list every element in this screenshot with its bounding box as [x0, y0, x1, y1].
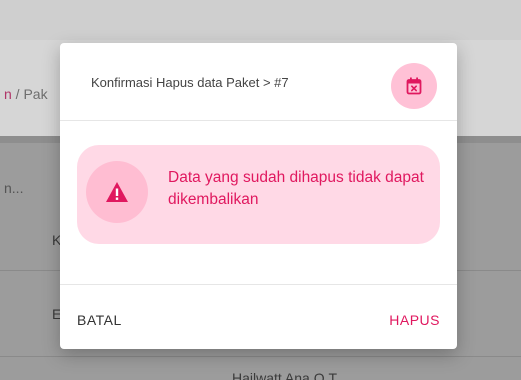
dialog-footer-divider [60, 284, 457, 285]
delete-confirm-dialog: Konfirmasi Hapus data Paket > #7 Data ya… [60, 43, 457, 349]
breadcrumb-separator: / [11, 86, 24, 102]
background-search-text: n... [4, 180, 24, 196]
warning-triangle-icon [86, 161, 148, 223]
warning-alert: Data yang sudah dihapus tidak dapat dike… [77, 145, 440, 244]
screen: n / Pak n... K E Hailwatt Ana O.T. Konfi… [0, 0, 521, 380]
cancel-button[interactable]: BATAL [77, 308, 122, 332]
alert-message: Data yang sudah dihapus tidak dapat dike… [168, 169, 424, 208]
background-divider [0, 356, 521, 357]
breadcrumb-link[interactable]: n [4, 86, 12, 102]
breadcrumb-current: Pak [23, 86, 48, 102]
app-topbar [0, 0, 521, 40]
delete-button[interactable]: HAPUS [389, 308, 440, 332]
breadcrumb: n / Pak [4, 86, 48, 102]
dialog-title: Konfirmasi Hapus data Paket > #7 [91, 75, 289, 90]
calendar-remove-icon [391, 63, 437, 109]
background-row-text: Hailwatt Ana O.T. [232, 370, 340, 380]
dialog-header: Konfirmasi Hapus data Paket > #7 [60, 43, 457, 121]
